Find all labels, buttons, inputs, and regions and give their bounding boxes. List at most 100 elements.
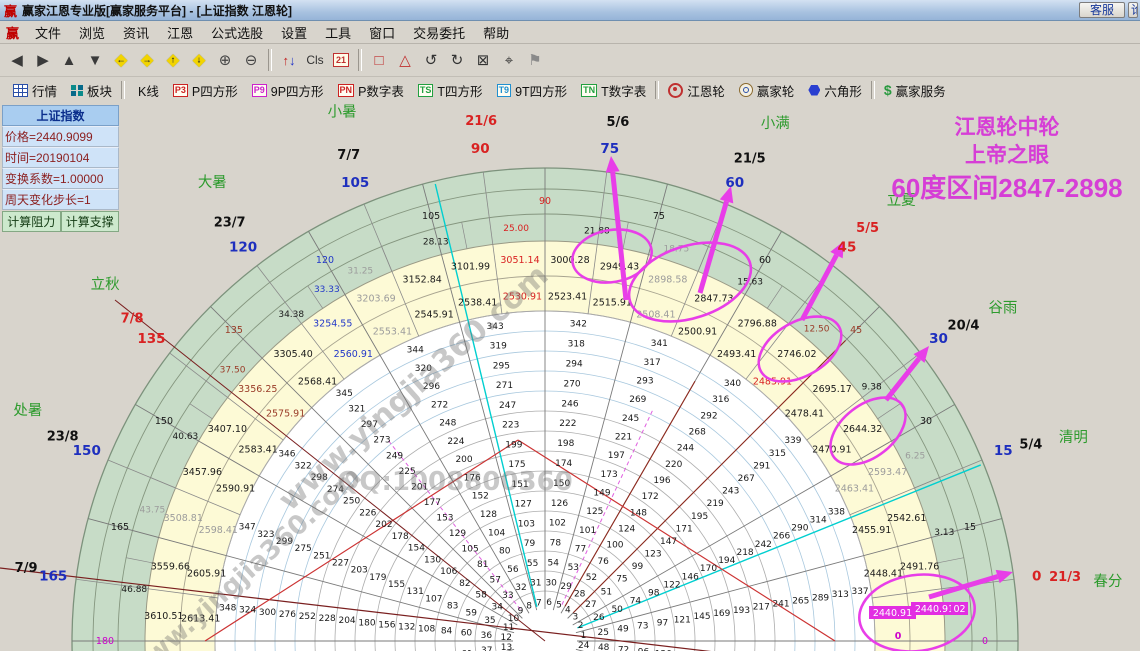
menu-item-browse[interactable]: 浏览 — [70, 21, 114, 43]
customer-service-button[interactable]: 客服 — [1078, 2, 1125, 18]
tool-label: K线 — [138, 84, 159, 99]
svg-text:156: 156 — [378, 620, 395, 630]
svg-text:清明: 清明 — [1059, 429, 1088, 446]
svg-text:170: 170 — [700, 564, 717, 574]
forum-button-partial[interactable]: 论坛 — [1128, 2, 1138, 18]
triangle-tool-icon[interactable]: △ — [392, 47, 418, 73]
svg-text:2553.41: 2553.41 — [373, 327, 412, 338]
svg-text:5: 5 — [556, 601, 562, 611]
menu-item-formula-stockpick[interactable]: 公式选股 — [202, 21, 272, 43]
svg-text:300: 300 — [259, 608, 276, 618]
svg-text:107: 107 — [425, 594, 442, 604]
svg-text:178: 178 — [392, 532, 409, 542]
svg-text:251: 251 — [313, 551, 330, 561]
svg-text:73: 73 — [637, 622, 648, 632]
svg-text:75: 75 — [653, 211, 665, 222]
rotate-cw-icon[interactable]: ↻ — [444, 47, 470, 73]
menu-item-help[interactable]: 帮助 — [474, 21, 518, 43]
tool-label: 9T四方形 — [515, 84, 568, 99]
svg-text:2455.91: 2455.91 — [852, 525, 891, 536]
cls-button[interactable]: Cls — [302, 47, 328, 73]
square-tool-icon[interactable]: □ — [366, 47, 392, 73]
svg-text:148: 148 — [630, 508, 647, 518]
menu-item-window[interactable]: 窗口 — [360, 21, 404, 43]
nav-down-icon[interactable]: ▼ — [82, 47, 108, 73]
svg-text:314: 314 — [810, 515, 827, 525]
zoom-in-icon[interactable]: ⊕ — [212, 47, 238, 73]
rotate-ccw-icon[interactable]: ↺ — [418, 47, 444, 73]
svg-text:247: 247 — [499, 401, 516, 411]
svg-text:2568.41: 2568.41 — [298, 377, 337, 388]
nav-up-icon[interactable]: ▲ — [56, 47, 82, 73]
shift-left-icon[interactable]: ◆ ← — [108, 47, 134, 73]
svg-text:222: 222 — [559, 419, 576, 429]
menu-item-news[interactable]: 资讯 — [114, 21, 158, 43]
box-x-icon[interactable]: ⊠ — [470, 47, 496, 73]
svg-text:56: 56 — [507, 565, 519, 575]
svg-text:59: 59 — [466, 609, 478, 619]
svg-text:76: 76 — [597, 557, 609, 567]
flag-icon[interactable]: ⚑ — [522, 47, 548, 73]
shift-up-icon[interactable]: ◆ ↑ — [160, 47, 186, 73]
extra-ring-labels: 0 — [895, 631, 902, 642]
svg-text:131: 131 — [407, 587, 424, 597]
svg-text:108: 108 — [418, 625, 435, 635]
calc-support-button[interactable]: 计算支撑 — [60, 211, 119, 232]
svg-text:147: 147 — [660, 537, 677, 547]
svg-text:90: 90 — [539, 196, 551, 207]
svg-text:20/4: 20/4 — [948, 319, 980, 334]
svg-text:0: 0 — [895, 631, 902, 642]
svg-text:78: 78 — [550, 539, 562, 549]
svg-text:338: 338 — [828, 507, 845, 517]
svg-text:124: 124 — [618, 525, 635, 535]
svg-text:3000.28: 3000.28 — [550, 255, 589, 266]
menu-item-settings[interactable]: 设置 — [272, 21, 316, 43]
menu-item-trade[interactable]: 交易委托 — [404, 21, 474, 43]
nav-right-icon[interactable]: ▶ — [30, 47, 56, 73]
step-length-row: 周天变化步长=1 — [2, 189, 119, 210]
calc-resistance-button[interactable]: 计算阻力 — [2, 211, 61, 232]
svg-text:227: 227 — [332, 559, 349, 569]
svg-text:217: 217 — [753, 603, 770, 613]
app-logo-icon: 赢 — [4, 3, 18, 19]
svg-text:28.13: 28.13 — [423, 238, 449, 248]
svg-text:145: 145 — [693, 612, 710, 622]
nav-left-icon[interactable]: ◀ — [4, 47, 30, 73]
svg-text:290: 290 — [791, 524, 808, 534]
calendar-icon[interactable]: 21 — [328, 47, 354, 73]
svg-text:12: 12 — [500, 633, 511, 643]
svg-text:8: 8 — [526, 601, 532, 611]
shift-right-icon[interactable]: ◆ → — [134, 47, 160, 73]
svg-text:12.50: 12.50 — [804, 325, 830, 335]
menu-item-file[interactable]: 文件 — [26, 21, 70, 43]
svg-text:99: 99 — [632, 562, 644, 572]
titlebar: 赢 赢家江恩专业版[赢家服务平台] - [上证指数 江恩轮] 客服 论坛 — [0, 0, 1140, 21]
shift-down-icon[interactable]: ◆ ↓ — [186, 47, 212, 73]
svg-text:102: 102 — [549, 519, 566, 529]
zoom-out-icon[interactable]: ⊖ — [238, 47, 264, 73]
menu-item-gann[interactable]: 江恩 — [158, 21, 202, 43]
svg-text:289: 289 — [812, 593, 829, 603]
svg-text:313: 313 — [832, 590, 849, 600]
menu-item-tools[interactable]: 工具 — [316, 21, 360, 43]
svg-text:9.38: 9.38 — [862, 383, 882, 393]
svg-text:79: 79 — [524, 539, 536, 549]
svg-text:265: 265 — [792, 596, 809, 606]
svg-text:49: 49 — [617, 625, 629, 635]
svg-text:23/7: 23/7 — [214, 216, 246, 231]
crosshair-icon[interactable]: ⌖ — [496, 47, 522, 73]
main-toolbar: ◀ ▶ ▲ ▼ ◆ ← ◆ → ◆ ↑ ◆ ↓ ⊕ ⊖ ↑↓ Cls 21 □ △ ↺ ↻ ⊠ ⌖ ⚑ — [0, 44, 1140, 77]
svg-text:55: 55 — [527, 559, 538, 569]
svg-text:11: 11 — [503, 623, 514, 633]
svg-text:2560.91: 2560.91 — [334, 349, 373, 360]
tool-label: 板块 — [87, 84, 113, 99]
svg-text:246: 246 — [561, 399, 578, 409]
svg-text:83: 83 — [447, 602, 458, 612]
svg-text:3356.25: 3356.25 — [238, 384, 277, 395]
svg-text:202: 202 — [375, 520, 392, 530]
svg-text:27: 27 — [585, 600, 596, 610]
svg-text:13: 13 — [501, 643, 512, 651]
updown-arrows-icon[interactable]: ↑↓ — [276, 47, 302, 73]
svg-text:120: 120 — [229, 239, 257, 255]
svg-text:180: 180 — [96, 636, 114, 647]
